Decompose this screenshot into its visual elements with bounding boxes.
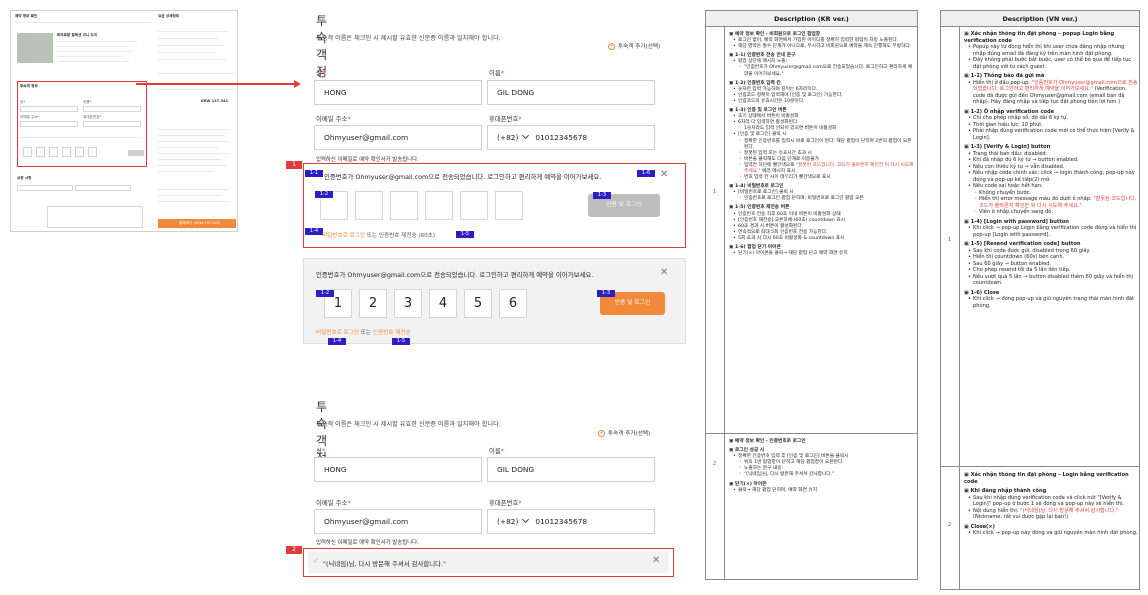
row-number-1: 1 xyxy=(948,237,952,243)
email-note-2: 입력하신 이메일로 예약 확인서가 발송됩니다. xyxy=(316,540,419,546)
page-subtitle: 투숙객 이름은 체크인 시 제시할 유효한 신분증 이름과 일치해야 합니다. xyxy=(316,35,501,42)
plus-icon: + xyxy=(598,430,605,437)
last-name-label: 성* xyxy=(316,69,326,77)
hotel-thumbnail-image xyxy=(17,33,53,63)
otp-digit-6[interactable]: 6 xyxy=(499,289,527,318)
page-subtitle-2: 투숙객 이름은 체크인 시 제시할 유효한 신분증 이름과 일치해야 합니다. xyxy=(316,421,501,428)
close-icon[interactable]: ✕ xyxy=(660,170,668,180)
close-icon[interactable]: ✕ xyxy=(652,556,660,566)
vn-row-2-text: ▣ Xác nhận thông tin đặt phòng – Login b… xyxy=(964,472,1138,537)
thumb-heading: 예약 정보 확인 xyxy=(15,14,38,18)
email-input-2[interactable]: Ohmyuser@gmail.com xyxy=(314,509,482,534)
tag-1-2: 1-2 xyxy=(315,191,333,198)
otp-digit-5[interactable]: 5 xyxy=(464,289,492,318)
phone-label-2: 휴대폰번호* xyxy=(489,499,522,507)
thumb-price-heading: 요금 상세정보 xyxy=(158,14,180,18)
first-name-input-2[interactable]: GIL DONG xyxy=(487,457,655,482)
table-header-kr: Description (KR ver.) xyxy=(706,11,917,27)
thumb-request-title: 요청 사항 xyxy=(17,176,32,180)
otp-digit-3[interactable]: 3 xyxy=(394,289,422,318)
otp-box-5[interactable] xyxy=(460,191,488,220)
last-name-input-2[interactable]: HONG xyxy=(314,457,482,482)
close-icon[interactable]: ✕ xyxy=(660,268,668,278)
thumb-hotel-name: 파크로얄 컬렉션 미니 도어 xyxy=(57,33,98,37)
tag-1-1: 1-1 xyxy=(305,170,323,177)
add-guest-link[interactable]: + 투숙객 추가(선택) xyxy=(608,42,660,50)
connector-arrow-line xyxy=(136,83,296,85)
marker-1: 1 xyxy=(286,161,302,169)
last-name-input[interactable]: HONG xyxy=(314,80,482,105)
otp-box-2[interactable] xyxy=(355,191,383,220)
thumb-pay-label: 결제하기 (KRW 137,341) xyxy=(179,221,221,225)
phone-input[interactable]: (+82) 01012345678 xyxy=(487,125,655,150)
tag-1-4: 1-4 xyxy=(328,338,346,345)
otp-box-3[interactable] xyxy=(390,191,418,220)
kr-row-2-text: ▣ 예약 정보 확인 - 인증번호로 로그인 ▣ 로그인 성공 시 정확한 인증… xyxy=(729,439,915,494)
otp-box-4[interactable] xyxy=(425,191,453,220)
otp-digit-4[interactable]: 4 xyxy=(429,289,457,318)
email-input[interactable]: Ohmyuser@gmail.com xyxy=(314,125,482,150)
phone-input-2[interactable]: (+82) 01012345678 xyxy=(487,509,655,534)
description-table-kr: Description (KR ver.) 1 2 ▣ 예약 정보 확인 - 비… xyxy=(705,10,918,580)
first-name-label: 이름* xyxy=(489,69,504,77)
last-name-label-2: 성* xyxy=(316,447,326,455)
thumb-price-total: KRW 137,341 xyxy=(201,99,229,103)
thumb-guest-title: 투숙객 정보 xyxy=(20,84,38,88)
tag-1-3: 1-3 xyxy=(593,192,611,199)
otp-box-6[interactable] xyxy=(495,191,523,220)
welcome-message: "(닉네임)님, 다시 방문해 주셔서 감사합니다." xyxy=(323,560,447,568)
tag-1-2: 1-2 xyxy=(316,290,334,297)
vn-row-1-text: ▣ Xác nhận thông tin đặt phòng – popup L… xyxy=(964,31,1138,309)
phone-label: 휴대폰번호* xyxy=(489,115,522,123)
email-label-2: 이메일 주소* xyxy=(316,499,351,507)
kr-row-1-text: ▣ 예약 정보 확인 - 비회원으로 로그인 팝업창 로그인 없이, 예약 화면… xyxy=(729,32,915,257)
chevron-down-icon[interactable] xyxy=(522,131,530,140)
description-table-vn: Description (VN ver.) 1 2 ▣ Xác nhận thô… xyxy=(940,10,1140,590)
row-number-2: 2 xyxy=(713,461,717,467)
popup-message: 인증번호가 Ohmyuser@gmail.com으로 전송되었습니다. 로그인하… xyxy=(324,173,602,181)
add-guest-link-2[interactable]: + 투숙객 추가(선택) xyxy=(598,429,650,437)
first-name-label-2: 이름* xyxy=(489,447,504,455)
booking-page-thumbnail: 예약 정보 확인 요금 상세정보 파크로얄 컬렉션 미니 도어 KRW 137,… xyxy=(10,10,238,232)
tag-1-4: 1-4 xyxy=(305,228,323,235)
table-header-vn: Description (VN ver.) xyxy=(941,11,1139,27)
marker-2: 2 xyxy=(286,546,302,554)
plus-icon: + xyxy=(608,43,615,50)
row-number-1: 1 xyxy=(713,189,717,195)
password-login-link-2[interactable]: 비밀번호로 로그인 또는 인증번호 재전송 xyxy=(316,328,411,336)
check-icon: ✓ xyxy=(313,557,319,565)
popup-message-filled: 인증번호가 Ohmyuser@gmail.com으로 전송되었습니다. 로그인하… xyxy=(316,271,594,279)
email-note: 입력하신 이메일로 예약 확인서가 발송됩니다. xyxy=(316,157,419,163)
tag-1-5: 1-5 xyxy=(392,338,410,345)
email-label: 이메일 주소* xyxy=(316,115,351,123)
row-number-2: 2 xyxy=(948,522,952,528)
tag-1-6: 1-6 xyxy=(637,170,655,177)
tag-1-3: 1-3 xyxy=(597,290,615,297)
connector-arrow-head xyxy=(294,80,301,88)
tag-1-5: 1-5 xyxy=(456,231,474,238)
chevron-down-icon[interactable] xyxy=(522,515,530,524)
password-login-link[interactable]: 비밀번호로 로그인 또는 인증번호 재전송 (60초) xyxy=(322,231,435,239)
first-name-input[interactable]: GIL DONG xyxy=(487,80,655,105)
otp-digit-2[interactable]: 2 xyxy=(359,289,387,318)
